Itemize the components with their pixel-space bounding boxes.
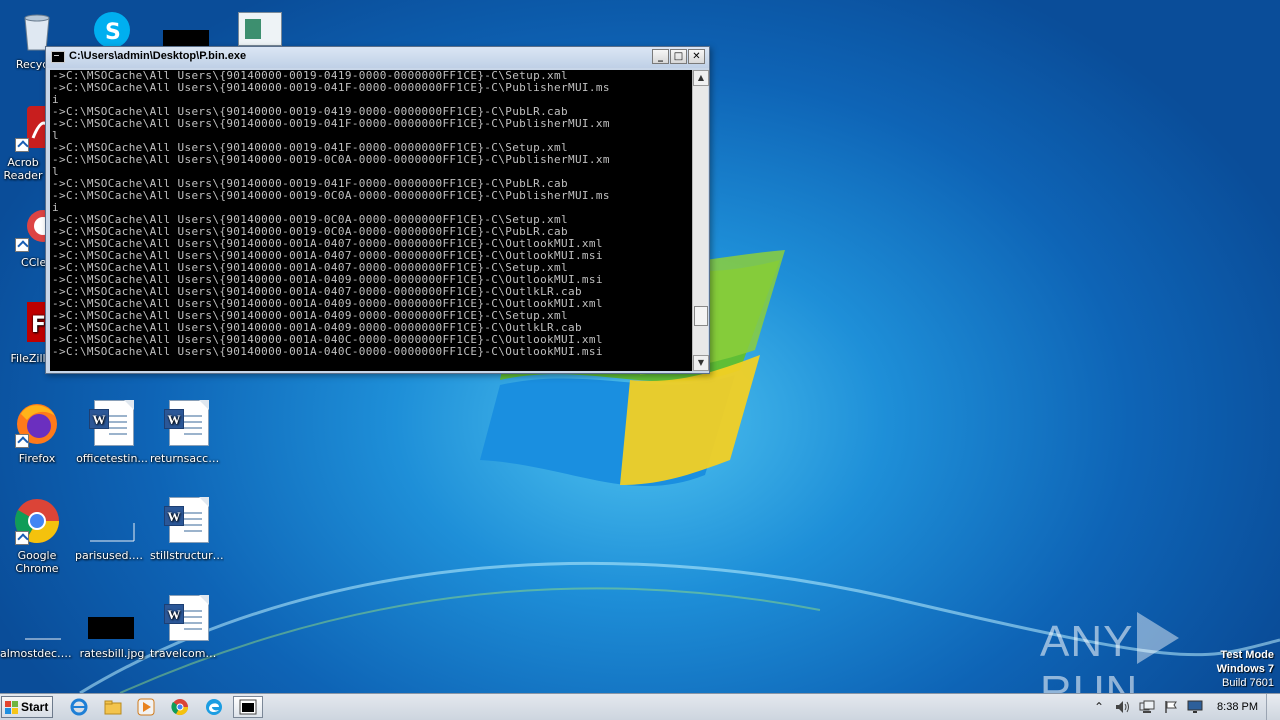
desktop: Recycle Acrob Reader CClea Fz FileZilla …	[0, 0, 1280, 693]
console-line: ->C:\MSOCache\All Users\{90140000-0019-0…	[52, 153, 610, 166]
taskbar-clock[interactable]: 8:38 PM	[1217, 701, 1258, 713]
window-titlebar[interactable]: C:\Users\admin\Desktop\P.bin.exe _ □ ✕	[46, 47, 709, 68]
shortcut-arrow-icon	[15, 238, 29, 252]
internet-explorer-icon	[70, 698, 88, 716]
ratesbill-file-icon[interactable]: ratesbill.jpg	[75, 595, 149, 660]
edge-taskbar-button[interactable]	[199, 696, 229, 718]
start-button[interactable]: Start	[1, 696, 53, 718]
parisused-label: parisused.png	[75, 549, 149, 562]
volume-icon[interactable]	[1114, 698, 1132, 716]
system-tray: ⌃ 8:38 PM	[1087, 694, 1280, 720]
shortcut-arrow-icon	[15, 434, 29, 448]
windows-version-label: Windows 7	[1216, 663, 1274, 675]
travelcomm-label: travelcomm...	[150, 647, 224, 660]
skype-icon[interactable]: S	[90, 10, 134, 48]
parisused-file-icon[interactable]: parisused.png	[75, 497, 149, 562]
returnsacco-label: returnsacco...	[150, 452, 224, 465]
window-controls: _ □ ✕	[652, 49, 705, 64]
chrome-label: Google Chrome	[15, 549, 59, 575]
console-text: ->C:\MSOCache\All Users\{90140000-0019-0…	[50, 70, 692, 358]
vertical-scrollbar[interactable]: ▲ ▼	[692, 70, 709, 371]
windows-flag-icon	[5, 701, 18, 714]
word-document-icon: W	[163, 497, 211, 545]
taskbar: Start ⌃ 8:38 PM	[0, 693, 1280, 720]
console-window[interactable]: C:\Users\admin\Desktop\P.bin.exe _ □ ✕ -…	[45, 46, 710, 374]
stillstructure-file-icon[interactable]: W stillstructura...	[150, 497, 224, 562]
show-desktop-button[interactable]	[1266, 694, 1280, 720]
word-document-icon: W	[163, 400, 211, 448]
chrome-taskbar-button[interactable]	[165, 696, 195, 718]
travelcomm-file-icon[interactable]: W travelcomm...	[150, 595, 224, 660]
test-mode-notice: Test Mode Windows 7 Build 7601	[1217, 648, 1274, 690]
watermark-run: RUN	[1040, 667, 1139, 693]
officetesting-label: officetestin...	[76, 452, 148, 465]
folder-icon	[104, 700, 122, 715]
maximize-button[interactable]: □	[670, 49, 687, 64]
edge-icon	[206, 699, 222, 715]
scroll-down-icon[interactable]: ▼	[693, 355, 709, 371]
console-line: ->C:\MSOCache\All Users\{90140000-0019-0…	[52, 189, 610, 202]
black-thumbnail-icon[interactable]	[163, 30, 209, 46]
firefox-icon[interactable]: Firefox	[0, 400, 74, 465]
image-thumbnail-icon	[88, 595, 136, 643]
returnsacco-file-icon[interactable]: W returnsacco...	[150, 400, 224, 465]
console-line: ->C:\MSOCache\All Users\{90140000-0019-0…	[52, 81, 610, 94]
ie-taskbar-button[interactable]	[64, 696, 94, 718]
build-label: Build 7601	[1222, 677, 1274, 689]
google-chrome-icon[interactable]: Google Chrome	[0, 497, 74, 575]
console-taskbar-button[interactable]	[233, 696, 263, 718]
console-line: ->C:\MSOCache\All Users\{90140000-001A-0…	[52, 345, 603, 358]
console-output[interactable]: ->C:\MSOCache\All Users\{90140000-0019-0…	[50, 70, 692, 371]
start-label: Start	[21, 700, 49, 714]
action-center-flag-icon[interactable]	[1162, 698, 1180, 716]
close-button[interactable]: ✕	[688, 49, 705, 64]
monitor-icon[interactable]	[1186, 698, 1204, 716]
chrome-logo-icon	[13, 497, 61, 545]
network-icon[interactable]	[1138, 698, 1156, 716]
ratesbill-label: ratesbill.jpg	[79, 647, 145, 660]
console-app-icon[interactable]	[51, 51, 65, 63]
stillstructure-label: stillstructura...	[150, 549, 224, 562]
play-icon	[1137, 612, 1180, 664]
console-window-icon	[239, 699, 257, 715]
word-document-icon: W	[88, 400, 136, 448]
shortcut-arrow-icon	[15, 138, 29, 152]
show-hidden-icons-icon[interactable]: ⌃	[1090, 698, 1108, 716]
media-player-taskbar-button[interactable]	[131, 696, 161, 718]
window-thumbnail-icon[interactable]	[238, 12, 282, 46]
image-file-icon	[13, 595, 70, 643]
image-file-icon	[88, 497, 136, 545]
firefox-logo-icon	[13, 400, 61, 448]
shortcut-arrow-icon	[15, 531, 29, 545]
console-line: ->C:\MSOCache\All Users\{90140000-0019-0…	[52, 117, 610, 130]
scroll-thumb[interactable]	[694, 306, 708, 326]
scroll-up-icon[interactable]: ▲	[693, 70, 709, 86]
explorer-taskbar-button[interactable]	[98, 696, 128, 718]
watermark-any: ANY	[1040, 617, 1134, 666]
minimize-button[interactable]: _	[652, 49, 669, 64]
word-document-icon: W	[163, 595, 211, 643]
test-mode-label: Test Mode	[1220, 649, 1274, 661]
media-player-icon	[137, 698, 155, 716]
almostdec-file-icon[interactable]: almostdec.png	[0, 595, 74, 660]
window-title: C:\Users\admin\Desktop\P.bin.exe	[69, 50, 247, 62]
officetesting-file-icon[interactable]: W officetestin...	[75, 400, 149, 465]
svg-text:S: S	[105, 20, 121, 45]
acrobat-label: Acrob Reader	[3, 156, 43, 182]
chrome-icon	[171, 699, 189, 716]
almostdec-label: almostdec.png	[0, 647, 74, 660]
firefox-label: Firefox	[18, 452, 56, 465]
